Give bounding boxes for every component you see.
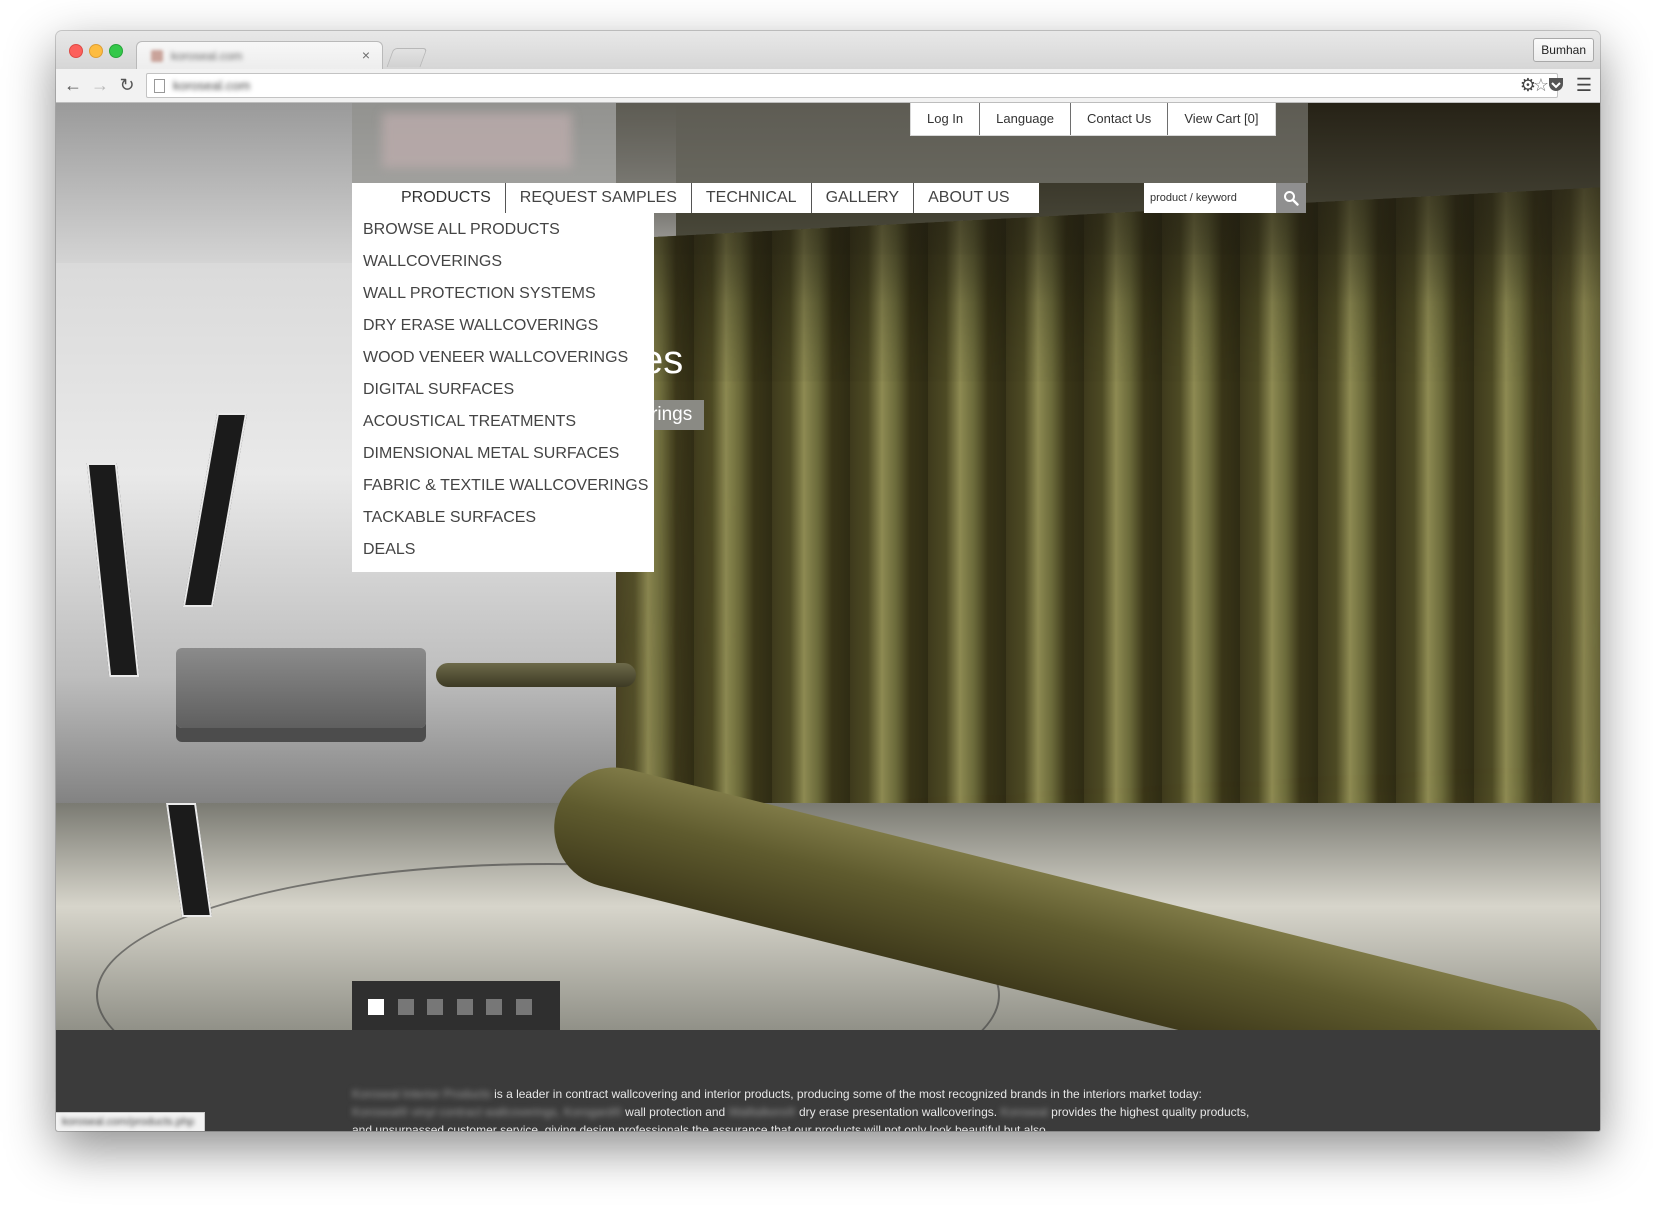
nav-request-samples[interactable]: REQUEST SAMPLES [506,183,692,213]
slider-dot-2[interactable] [397,999,414,1015]
profile-button[interactable]: Bumhan [1533,38,1594,62]
products-dropdown-menu: BROWSE ALL PRODUCTS WALLCOVERINGS WALL P… [352,213,654,572]
intro-section: Koroseal Interior Products is a leader i… [56,1030,1600,1131]
company-name: Koroseal [1000,1105,1048,1119]
tab-bar: koroseal.com × Bumhan [56,31,1600,70]
site-logo[interactable] [382,113,572,168]
slider-dot-3[interactable] [427,999,443,1015]
login-link[interactable]: Log In [911,103,981,135]
reload-icon[interactable]: ↻ [116,74,138,96]
view-cart-link[interactable]: View Cart [0] [1168,103,1274,135]
brand-name: Walltalkers® [728,1105,796,1119]
hero-log-bench-back [436,663,636,687]
company-name: Koroseal Interior Products [352,1087,491,1101]
nav-technical[interactable]: TECHNICAL [692,183,812,213]
status-url-text: koroseal.com/products.php [62,1116,195,1128]
dropdown-item-browse-all-products[interactable]: BROWSE ALL PRODUCTS [363,221,560,239]
tab-close-icon[interactable]: × [362,47,370,63]
search-button[interactable] [1276,183,1306,213]
slider-dot-5[interactable] [486,999,502,1015]
dropdown-item-wallcoverings[interactable]: WALLCOVERINGS [363,253,502,271]
page-icon [154,79,165,93]
dropdown-item-wood-veneer-wallcoverings[interactable]: WOOD VENEER WALLCOVERINGS [363,349,628,367]
zoom-window-button[interactable] [109,44,123,58]
site-header: Log In Language Contact Us View Cart [0] [352,103,1308,183]
dropdown-item-dimensional-metal-surfaces[interactable]: DIMENSIONAL METAL SURFACES [363,445,619,463]
intro-text: is a leader in contract wallcovering and… [494,1087,1202,1101]
dropdown-item-digital-surfaces[interactable]: DIGITAL SURFACES [363,381,514,399]
brand-name: Koroseal® vinyl contract wallcoverings, [352,1105,561,1119]
intro-text: dry erase presentation wallcoverings. [799,1105,998,1119]
search-icon [1284,191,1299,206]
browser-tab[interactable]: koroseal.com × [136,41,383,70]
dropdown-item-dry-erase-wallcoverings[interactable]: DRY ERASE WALLCOVERINGS [363,317,598,335]
url-text: koroseal.com [173,78,251,93]
close-window-button[interactable] [69,44,83,58]
intro-line-1: Koroseal Interior Products is a leader i… [352,1087,1202,1101]
main-nav: PRODUCTS REQUEST SAMPLES TECHNICAL GALLE… [352,183,1039,213]
language-link[interactable]: Language [980,103,1071,135]
new-tab-button[interactable] [386,48,428,67]
status-bar-url: koroseal.com/products.php [56,1112,206,1131]
favicon-icon [151,50,163,62]
dropdown-item-tackable-surfaces[interactable]: TACKABLE SURFACES [363,509,536,527]
minimize-window-button[interactable] [89,44,103,58]
brand-name: Korogard® [563,1105,622,1119]
slider-dot-1[interactable] [368,999,384,1015]
hero-sofa [176,648,426,728]
slider-pagination [352,981,560,1030]
hero-slideshow: ces verings [56,103,1600,1030]
intro-text: provides the highest quality products, [1051,1105,1250,1119]
search-input[interactable] [1144,183,1276,213]
pocket-icon[interactable] [1546,75,1566,95]
page-viewport: ces verings Log In Language Contact Us V… [56,103,1600,1131]
nav-gallery[interactable]: GALLERY [812,183,915,213]
dropdown-item-fabric-textile-wallcoverings[interactable]: FABRIC & TEXTILE WALLCOVERINGS [363,477,648,495]
dropdown-item-wall-protection-systems[interactable]: WALL PROTECTION SYSTEMS [363,285,596,303]
intro-text: wall protection and [625,1105,726,1119]
nav-products[interactable]: PRODUCTS [387,183,506,213]
dropdown-item-deals[interactable]: DEALS [363,541,415,559]
back-arrow-icon[interactable]: ← [62,74,84,96]
nav-about-us[interactable]: ABOUT US [914,183,1024,213]
hamburger-menu-icon[interactable]: ☰ [1574,75,1594,95]
dropdown-item-acoustical-treatments[interactable]: ACOUSTICAL TREATMENTS [363,413,576,431]
contact-us-link[interactable]: Contact Us [1071,103,1169,135]
intro-line-2: Koroseal® vinyl contract wallcoverings, … [352,1105,1249,1119]
slider-dot-6[interactable] [515,999,532,1015]
address-bar[interactable]: koroseal.com ☆ [146,73,1558,98]
browser-window: koroseal.com × Bumhan ← → ↻ koroseal.com… [56,31,1600,1131]
browser-toolbar: ← → ↻ koroseal.com ☆ ⚙ ☰ [56,69,1600,103]
forward-arrow-icon[interactable]: → [89,74,111,96]
slider-dot-4[interactable] [456,999,473,1015]
intro-line-3: and unsurpassed customer service, giving… [352,1123,1046,1131]
tab-title: koroseal.com [171,49,243,63]
utility-nav: Log In Language Contact Us View Cart [0] [910,103,1276,136]
gear-icon[interactable]: ⚙ [1518,75,1538,95]
